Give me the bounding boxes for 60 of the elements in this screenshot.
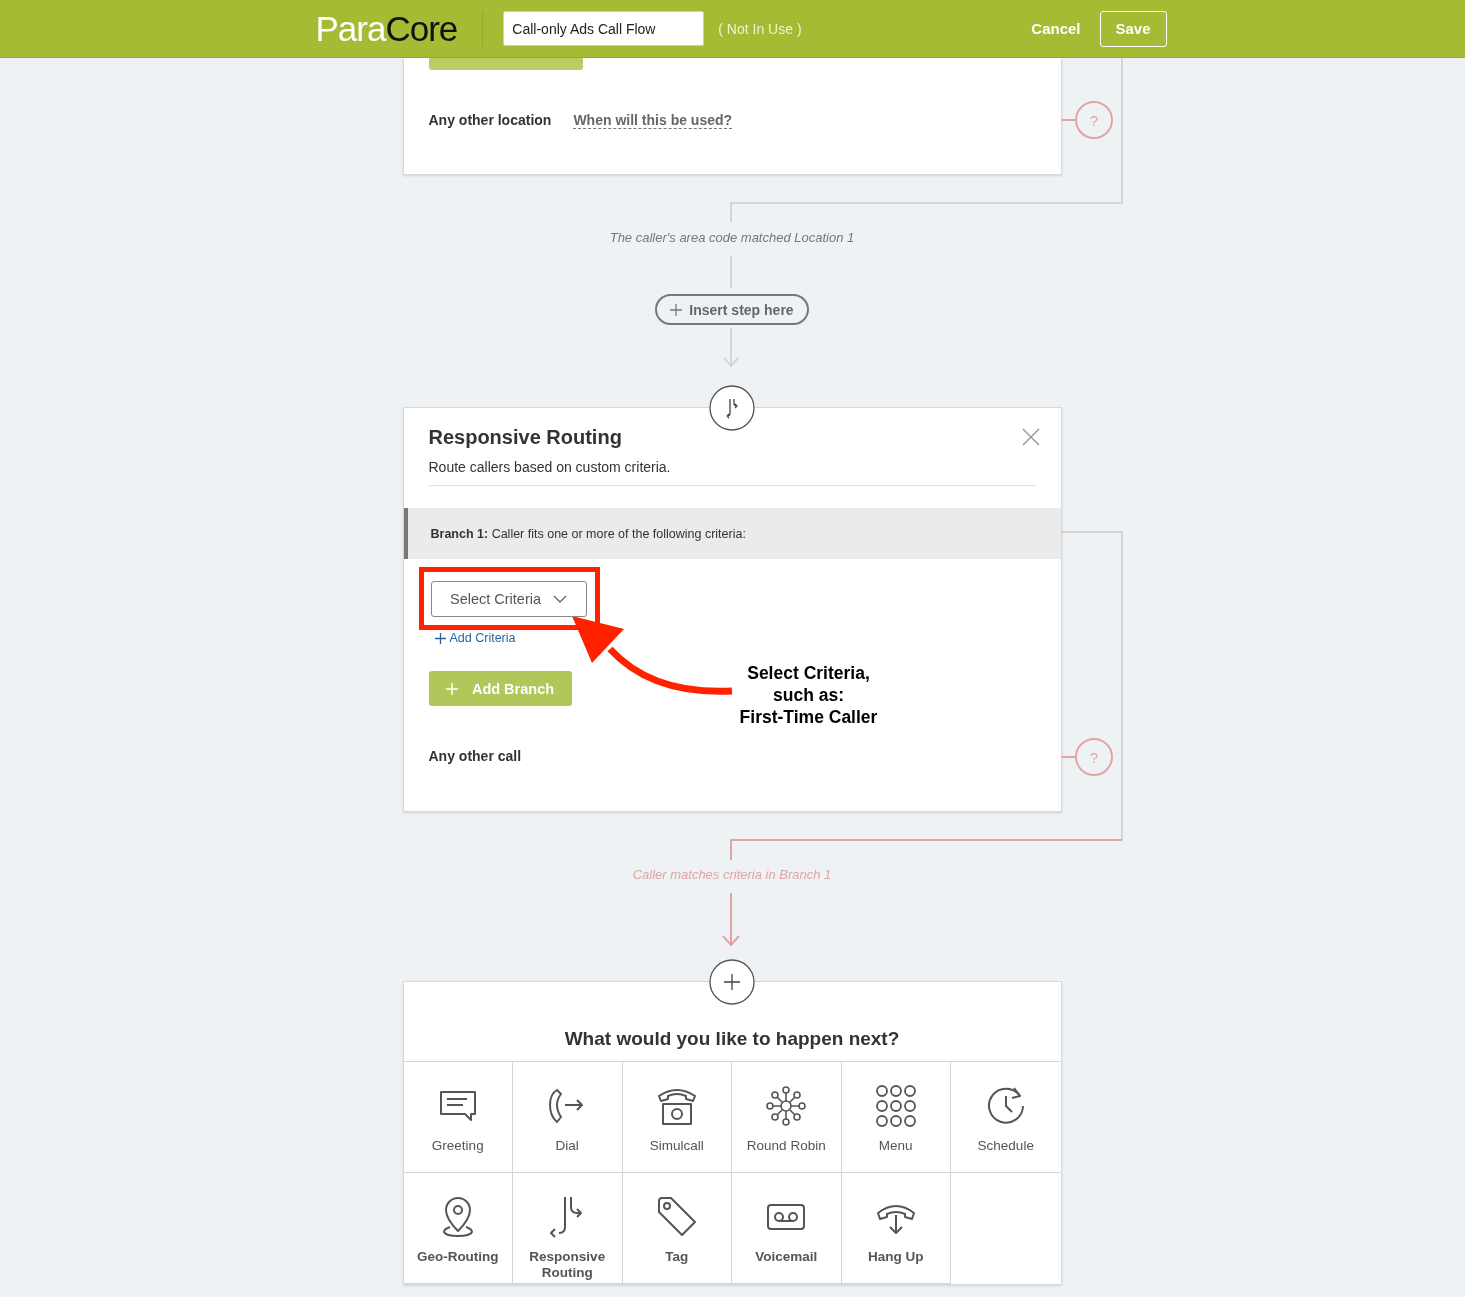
telephone-icon [657,1089,696,1125]
map-pin-icon [442,1197,473,1237]
plus-icon [445,682,458,695]
insert-step-button[interactable]: Insert step here [655,294,809,325]
chevron-down-icon [553,595,568,603]
step-tile[interactable]: Voicemail [732,1173,842,1284]
help-link[interactable]: When will this be used? [573,111,733,129]
tag-icon [657,1197,696,1236]
tile-label: Voicemail [755,1249,818,1265]
close-icon[interactable] [1021,428,1040,446]
down-arrow [722,892,740,947]
tile-label: Responsive Routing [528,1249,607,1281]
tile-label: Hang Up [868,1249,924,1265]
keypad-icon [875,1085,916,1127]
step-tile[interactable]: Tag [622,1173,732,1284]
step-tile[interactable]: Greeting [403,1062,513,1173]
down-arrow [723,327,739,368]
logo: ParaCore [315,11,458,46]
tile-label: Round Robin [746,1138,826,1154]
connector-line [730,255,732,289]
tile-label: Schedule [977,1138,1034,1154]
branch-text: Branch 1: Caller fits one or more of the following criteria: [430,526,746,541]
flow-name-field[interactable]: Call-only Ads Call Flow [503,11,705,46]
annotation-line: Select Criteria, [746,662,871,684]
branch-label: The caller's area code matched Location 1 [608,229,856,247]
network-icon [766,1086,807,1126]
tile-label: Greeting [431,1138,484,1154]
plus-icon [670,303,683,316]
hang-up-icon [876,1205,915,1234]
clock-icon [987,1087,1024,1124]
step-tile[interactable]: Responsive Routing [513,1173,623,1284]
step-tile[interactable]: Round Robin [732,1062,842,1173]
card-title: Responsive Routing [428,425,622,449]
annotation-line: First-Time Caller [738,706,879,728]
step-tile[interactable]: Dial [513,1062,623,1173]
step-tile[interactable]: Menu [841,1062,951,1173]
tile-label: Dial [555,1138,579,1154]
plus-icon [434,632,446,644]
other-label: Any other call [428,747,523,766]
phone-arrow-icon [549,1089,584,1123]
add-criteria-link[interactable]: Add Criteria [434,631,516,645]
annotation-line: such as: [772,684,845,706]
split-arrow-icon [550,1196,583,1238]
branch-label: Caller matches criteria in Branch 1 [631,866,833,884]
tile-label: Tag [665,1249,689,1265]
step-tile[interactable]: Hang Up [841,1173,951,1284]
voicemail-icon [767,1204,806,1230]
card-title: What would you like to happen next? [563,1027,901,1050]
criteria-dropdown[interactable]: Select Criteria [430,581,587,617]
other-label: Any other location [428,112,552,128]
status-text: ( Not In Use ) [718,20,802,37]
tile-label: Simulcall [649,1138,704,1154]
card-description: Route callers based on custom criteria. [428,458,672,477]
add-step-icon[interactable] [708,959,755,1005]
step-tile[interactable]: Simulcall [622,1062,732,1173]
speech-bubble-icon [439,1091,476,1121]
tile-label: Geo-Routing [416,1249,499,1265]
step-tile[interactable]: Geo-Routing [403,1173,513,1284]
tile-label: Menu [878,1138,913,1154]
step-tile[interactable]: Schedule [951,1062,1061,1173]
